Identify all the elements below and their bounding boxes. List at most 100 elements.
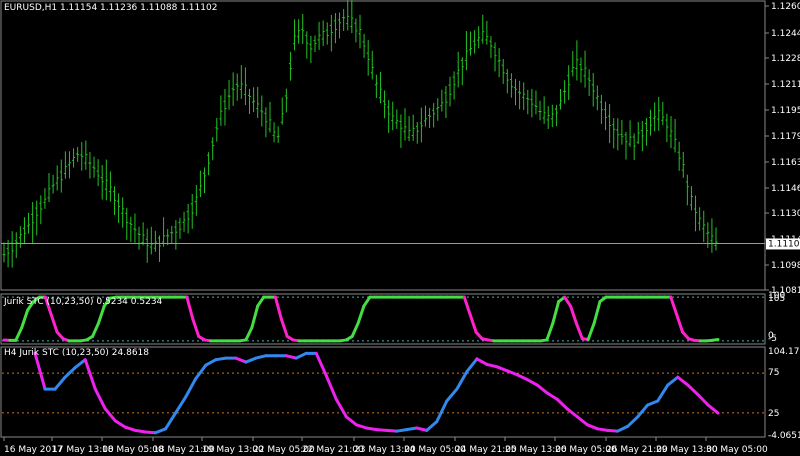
h4-stc-segment-rising — [73, 358, 87, 370]
h4-stc-segment-falling — [344, 415, 358, 427]
stc-segment-rising — [91, 321, 100, 338]
h4-stc-segment-falling — [234, 356, 248, 364]
stc-segment-rising — [592, 300, 602, 325]
h4-axis-75: 75 — [768, 368, 779, 378]
stc-segment-falling — [468, 313, 478, 334]
stc-segment-falling — [669, 295, 679, 317]
h4-stc-segment-rising — [656, 383, 670, 403]
price-tick-label: 1.12118 — [771, 80, 800, 90]
h4-stc-segment-falling — [364, 426, 378, 432]
stc-segment-rising — [710, 338, 720, 342]
price-panel[interactable] — [0, 0, 766, 291]
stc-segment-falling — [574, 321, 584, 341]
h4-stc-segment-falling — [93, 387, 107, 411]
h4-stc-segment-falling — [525, 378, 539, 387]
date-axis: 16 May 201717 May 13:0018 May 05:0018 Ma… — [3, 437, 768, 455]
h4-stc-segment-falling — [385, 428, 399, 433]
stc-segment-rising — [250, 304, 260, 330]
stc-segment-rising — [96, 304, 106, 325]
h4-stc-segment-falling — [706, 403, 720, 415]
price-tick-label: 1.12283 — [771, 54, 800, 64]
h4-stc-segment-rising — [254, 354, 268, 360]
stc-segment-rising — [14, 326, 24, 342]
price-tick-label: 1.12608 — [771, 2, 800, 12]
h4-stc-segment-rising — [184, 377, 198, 399]
stc-segment-falling — [191, 317, 201, 338]
h4-stc-line — [33, 351, 720, 435]
h4-stc-segment-rising — [465, 357, 479, 374]
price-tick-label: 1.11468 — [771, 184, 800, 194]
h4-stc-segment-falling — [505, 369, 519, 377]
price-axis: 1.12608 1.12444 1.12283 1.12118 1.11958 1.117… — [765, 2, 800, 296]
h4-stc-segment-falling — [485, 362, 499, 369]
h4-stc-segment-rising — [164, 411, 178, 431]
h4-stc-segment-rising — [214, 356, 228, 362]
h4-stc-segment-falling — [686, 383, 700, 397]
h4-stc-segment-falling — [545, 391, 559, 401]
symbol-title: EURUSD,H1 1.11154 1.11236 1.11088 1.1110… — [4, 3, 218, 13]
stc-segment-falling — [568, 304, 578, 325]
h4-stc-segment-falling — [33, 351, 47, 391]
stc-segment-falling — [273, 295, 283, 321]
price-tick-label: 1.12444 — [771, 29, 800, 39]
stc-segment-rising — [20, 308, 30, 330]
h4-stc-segment-falling — [103, 407, 117, 423]
h4-stc-segment-falling — [133, 428, 147, 434]
h4-stc-segment-falling — [495, 365, 509, 373]
h4-stc-segment-rising — [204, 358, 218, 367]
stc-segment-falling — [279, 317, 289, 338]
h4-stc-segment-rising — [445, 387, 459, 403]
h4-stc-segment-falling — [415, 426, 429, 432]
h4-stc-segment-falling — [113, 419, 127, 429]
h4-stc-segment-rising — [294, 351, 308, 360]
price-tick-label: 1.11308 — [771, 209, 800, 219]
h4-stc-segment-falling — [475, 357, 489, 366]
h4-stc-segment-falling — [555, 397, 569, 411]
h4-stc-title: H4 Jurik STC (10,23,50) 24.8618 — [4, 348, 149, 358]
h4-stc-segment-rising — [636, 403, 650, 419]
stc-segment-falling — [675, 313, 685, 334]
h4-stc-segment-falling — [606, 428, 620, 433]
h4-axis-25: 25 — [768, 409, 779, 419]
stc-segment-falling — [462, 295, 472, 317]
current-price-tag: 1.11102 — [766, 238, 800, 250]
h4-axis-min: -4.0651 — [768, 431, 800, 441]
h4-stc-segment-falling — [676, 375, 690, 387]
h4-axis: 104.1727 75 25 -4.0651 — [768, 347, 800, 441]
h4-stc-segment-falling — [334, 397, 348, 419]
h4-stc-segment-rising — [405, 426, 419, 432]
stc-title: Jurik STC (10,23,50) 0.5234 0.5234 — [4, 297, 163, 307]
stc-axis: 105 100 -5 0 — [768, 291, 785, 344]
stc-segment-rising — [350, 321, 360, 338]
h4-stc-segment-falling — [515, 373, 529, 382]
stc-segment-rising — [586, 321, 596, 342]
stc-segment-falling — [185, 295, 195, 321]
price-tick-label: 1.11958 — [771, 106, 800, 116]
h4-stc-segment-falling — [284, 354, 298, 360]
date-tick-label: 30 May 05:00 — [706, 445, 768, 455]
stc-segment-rising — [545, 321, 555, 342]
h4-stc-segment-falling — [575, 415, 589, 427]
current-price-label: 1.11102 — [768, 239, 800, 249]
stc-segment-rising — [551, 300, 561, 325]
price-tick-label: 1.10983 — [771, 261, 800, 271]
h4-stc-segment-falling — [314, 351, 328, 378]
h4-stc-segment-falling — [324, 374, 338, 401]
stc-segment-rising — [244, 326, 254, 342]
h4-stc-segment-rising — [395, 428, 409, 433]
stc-axis-bottom-overlap: 0 — [768, 331, 774, 341]
price-candles — [2, 0, 718, 268]
h4-stc-segment-rising — [425, 420, 439, 432]
h4-stc-segment-falling — [535, 383, 549, 395]
h4-stc-segment-rising — [626, 415, 640, 428]
stc-segment-rising — [356, 304, 366, 325]
h4-stc-segment-rising — [646, 399, 660, 407]
stc-segment-falling — [49, 313, 59, 334]
h4-stc-segment-rising — [666, 375, 680, 387]
h4-stc-segment-falling — [354, 423, 368, 430]
h4-stc-segment-falling — [83, 358, 97, 391]
h4-stc-segment-rising — [174, 395, 188, 415]
h4-panel[interactable] — [0, 346, 766, 438]
stc-segment-rising — [256, 295, 266, 308]
stc-segment-rising — [362, 295, 372, 308]
